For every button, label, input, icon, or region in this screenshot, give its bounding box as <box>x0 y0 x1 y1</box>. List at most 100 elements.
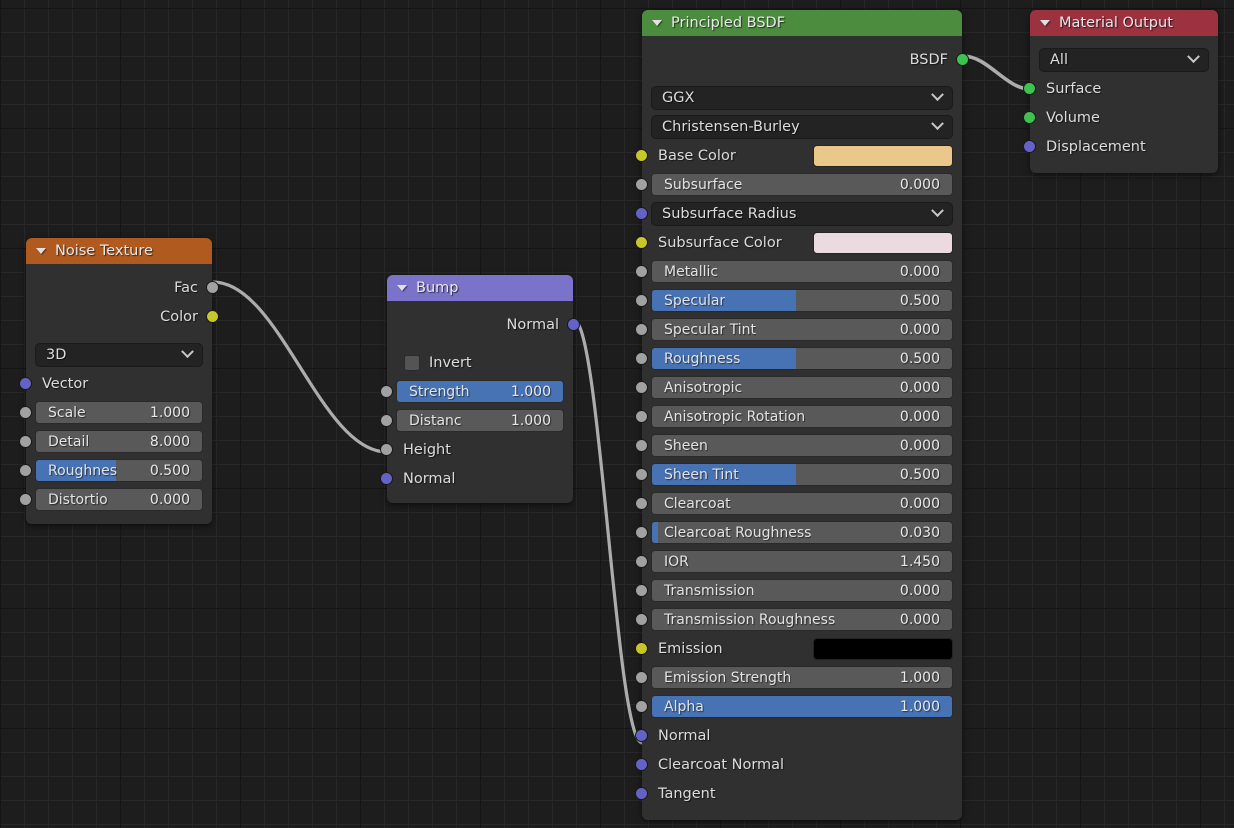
socket-input-emission-strength[interactable] <box>635 671 648 684</box>
chevron-down-icon[interactable] <box>1187 50 1200 64</box>
output-row-fac: Fac <box>26 273 219 302</box>
dropdown-distribution[interactable]: GGX <box>651 85 953 110</box>
slider-scale[interactable]: Scale 1.000 <box>35 401 203 424</box>
socket-input-clearcoat-normal[interactable] <box>635 758 648 771</box>
slider-transmission-roughness[interactable]: Transmission Roughness 0.000 <box>651 608 953 631</box>
color-swatch-subsurface-color[interactable] <box>813 231 953 254</box>
slider-ior[interactable]: IOR 1.450 <box>651 550 953 573</box>
color-swatch-base-color[interactable] <box>813 144 953 167</box>
socket-input-vector[interactable] <box>19 377 32 390</box>
socket-output-bsdf[interactable] <box>956 53 969 66</box>
dropdown-target[interactable]: All <box>1039 47 1209 72</box>
triangle-down-icon[interactable] <box>652 20 662 26</box>
socket-output-bump-normal[interactable] <box>567 318 580 331</box>
socket-input-detail[interactable] <box>19 435 32 448</box>
node-header-bump[interactable]: Bump <box>387 275 573 301</box>
slider-bsdf-roughness[interactable]: Roughness 0.500 <box>651 347 953 370</box>
socket-input-sheen[interactable] <box>635 439 648 452</box>
socket-input-scale[interactable] <box>19 406 32 419</box>
triangle-down-icon[interactable] <box>1040 20 1050 26</box>
input-row-bsdf-normal: Normal <box>635 721 962 750</box>
socket-input-subsurface-radius[interactable] <box>635 207 648 220</box>
socket-input-base-color[interactable] <box>635 149 648 162</box>
slider-detail[interactable]: Detail 8.000 <box>35 430 203 453</box>
socket-input-transmission[interactable] <box>635 584 648 597</box>
node-noise-texture[interactable]: Noise Texture Fac Color 3D Vector Scale … <box>19 238 219 524</box>
node-principled-bsdf[interactable]: Principled BSDF BSDF GGX Christensen-Bur… <box>635 10 969 820</box>
node-header-material-output[interactable]: Material Output <box>1030 10 1218 36</box>
checkbox-invert[interactable] <box>404 354 420 371</box>
slider-value-specular-tint: 0.000 <box>899 321 940 338</box>
socket-input-tangent[interactable] <box>635 787 648 800</box>
slider-distance[interactable]: Distanc 1.000 <box>396 409 564 432</box>
socket-input-distance[interactable] <box>380 414 393 427</box>
socket-input-clearcoat[interactable] <box>635 497 648 510</box>
socket-output-fac[interactable] <box>206 281 219 294</box>
socket-input-surface[interactable] <box>1023 82 1036 95</box>
slider-clearcoat[interactable]: Clearcoat 0.000 <box>651 492 953 515</box>
node-bump[interactable]: Bump Normal Invert Strength 1.000 Distan… <box>380 275 580 503</box>
socket-input-specular[interactable] <box>635 294 648 307</box>
dropdown-subsurface-method[interactable]: Christensen-Burley <box>651 114 953 139</box>
slider-emission-strength[interactable]: Emission Strength 1.000 <box>651 666 953 689</box>
slider-anisotropic[interactable]: Anisotropic 0.000 <box>651 376 953 399</box>
chevron-down-icon[interactable] <box>931 117 944 131</box>
slider-roughness[interactable]: Roughnes 0.500 <box>35 459 203 482</box>
slider-strength[interactable]: Strength 1.000 <box>396 380 564 403</box>
input-label-clearcoat-normal: Clearcoat Normal <box>658 756 785 773</box>
slider-metallic[interactable]: Metallic 0.000 <box>651 260 953 283</box>
socket-input-specular-tint[interactable] <box>635 323 648 336</box>
slider-alpha[interactable]: Alpha 1.000 <box>651 695 953 718</box>
socket-input-subsurface[interactable] <box>635 178 648 191</box>
triangle-down-icon[interactable] <box>36 248 46 254</box>
socket-input-transmission-roughness[interactable] <box>635 613 648 626</box>
socket-input-volume[interactable] <box>1023 111 1036 124</box>
color-swatch-emission[interactable] <box>813 637 953 660</box>
node-header-principled-bsdf[interactable]: Principled BSDF <box>642 10 962 36</box>
chevron-down-icon[interactable] <box>931 204 944 218</box>
socket-input-bsdf-roughness[interactable] <box>635 352 648 365</box>
socket-input-roughness[interactable] <box>19 464 32 477</box>
input-row-emission-strength: Emission Strength 1.000 <box>635 663 962 692</box>
socket-input-ior[interactable] <box>635 555 648 568</box>
socket-input-height[interactable] <box>380 443 393 456</box>
socket-output-color[interactable] <box>206 310 219 323</box>
socket-input-strength[interactable] <box>380 385 393 398</box>
slider-sheen-tint[interactable]: Sheen Tint 0.500 <box>651 463 953 486</box>
dropdown-subsurface-radius[interactable]: Subsurface Radius <box>651 201 953 226</box>
socket-input-bsdf-normal[interactable] <box>635 729 648 742</box>
chevron-down-icon[interactable] <box>931 88 944 102</box>
socket-input-anisotropic[interactable] <box>635 381 648 394</box>
socket-input-displacement[interactable] <box>1023 140 1036 153</box>
socket-input-sheen-tint[interactable] <box>635 468 648 481</box>
input-row-surface: Surface <box>1023 74 1218 103</box>
node-editor-canvas[interactable]: Noise Texture Fac Color 3D Vector Scale … <box>0 0 1234 828</box>
slider-value-subsurface: 0.000 <box>899 176 940 193</box>
socket-input-alpha[interactable] <box>635 700 648 713</box>
slider-value-emission-strength: 1.000 <box>899 669 940 686</box>
slider-specular[interactable]: Specular 0.500 <box>651 289 953 312</box>
socket-input-subsurface-color[interactable] <box>635 236 648 249</box>
slider-value-bsdf-roughness: 0.500 <box>899 350 940 367</box>
slider-distortion[interactable]: Distortio 0.000 <box>35 488 203 511</box>
socket-input-emission[interactable] <box>635 642 648 655</box>
chevron-down-icon[interactable] <box>181 345 194 359</box>
node-material-output[interactable]: Material Output All Surface Volume Displ <box>1023 10 1218 173</box>
slider-anisotropic-rotation[interactable]: Anisotropic Rotation 0.000 <box>651 405 953 428</box>
socket-input-anisotropic-rotation[interactable] <box>635 410 648 423</box>
node-header-noise-texture[interactable]: Noise Texture <box>26 238 212 264</box>
slider-sheen[interactable]: Sheen 0.000 <box>651 434 953 457</box>
checkbox-row-invert[interactable]: Invert <box>387 348 573 377</box>
slider-specular-tint[interactable]: Specular Tint 0.000 <box>651 318 953 341</box>
slider-clearcoat-roughness[interactable]: Clearcoat Roughness 0.030 <box>651 521 953 544</box>
input-row-ior: IOR 1.450 <box>635 547 962 576</box>
socket-input-bump-normal[interactable] <box>380 472 393 485</box>
slider-subsurface[interactable]: Subsurface 0.000 <box>651 173 953 196</box>
socket-input-clearcoat-roughness[interactable] <box>635 526 648 539</box>
link-bsdf-to-material-surface <box>962 54 1031 91</box>
slider-transmission[interactable]: Transmission 0.000 <box>651 579 953 602</box>
socket-input-metallic[interactable] <box>635 265 648 278</box>
triangle-down-icon[interactable] <box>397 285 407 291</box>
socket-input-distortion[interactable] <box>19 493 32 506</box>
dropdown-noise-dimensions[interactable]: 3D <box>35 342 203 367</box>
